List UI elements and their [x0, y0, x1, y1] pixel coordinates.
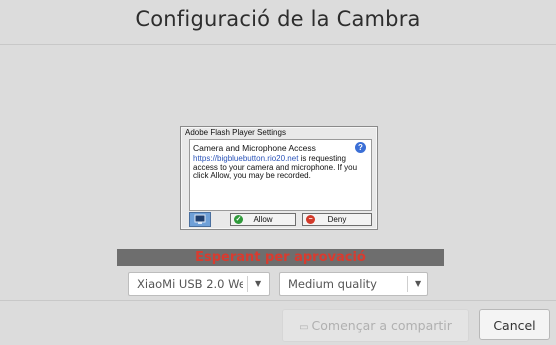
- dialog-title: Configuració de la Cambra: [135, 7, 421, 31]
- camera-select-value: XiaoMi USB 2.0 Webcam: [137, 277, 243, 291]
- quality-select[interactable]: Medium quality ▼: [279, 272, 428, 296]
- webcam-settings-dialog: Configuració de la Cambra Adobe Flash Pl…: [0, 0, 556, 344]
- cancel-button[interactable]: Cancel: [479, 309, 550, 340]
- select-divider: [247, 276, 248, 292]
- dialog-header: Configuració de la Cambra: [0, 0, 556, 45]
- chevron-down-icon: ▼: [255, 279, 262, 288]
- start-sharing-button[interactable]: ▭ Començar a compartir: [282, 309, 469, 342]
- allow-label: Allow: [253, 215, 273, 224]
- monitor-icon: [194, 214, 206, 224]
- flash-message: https://bigbluebutton.rio20.net is reque…: [193, 154, 369, 181]
- allow-button[interactable]: ✓ Allow: [230, 213, 296, 226]
- video-camera-icon: ▭: [299, 322, 309, 333]
- status-banner: Esperant per aprovació: [117, 249, 444, 266]
- deny-label: Deny: [327, 215, 347, 224]
- camera-select[interactable]: XiaoMi USB 2.0 Webcam ▼: [128, 272, 270, 296]
- flash-window-title: Adobe Flash Player Settings: [185, 128, 286, 137]
- quality-select-value: Medium quality: [288, 277, 377, 291]
- flash-heading: Camera and Microphone Access: [193, 143, 316, 153]
- help-icon[interactable]: ?: [355, 142, 366, 153]
- dialog-footer: [0, 300, 556, 345]
- deny-button[interactable]: − Deny: [302, 213, 372, 226]
- start-sharing-label: Començar a compartir: [311, 318, 452, 333]
- flash-settings-panel: Adobe Flash Player Settings Camera and M…: [180, 126, 378, 230]
- select-divider: [407, 276, 408, 292]
- camera-settings-tab[interactable]: [189, 212, 211, 227]
- chevron-down-icon: ▼: [415, 279, 422, 288]
- flash-permission-box: Camera and Microphone Access ? https://b…: [189, 139, 372, 211]
